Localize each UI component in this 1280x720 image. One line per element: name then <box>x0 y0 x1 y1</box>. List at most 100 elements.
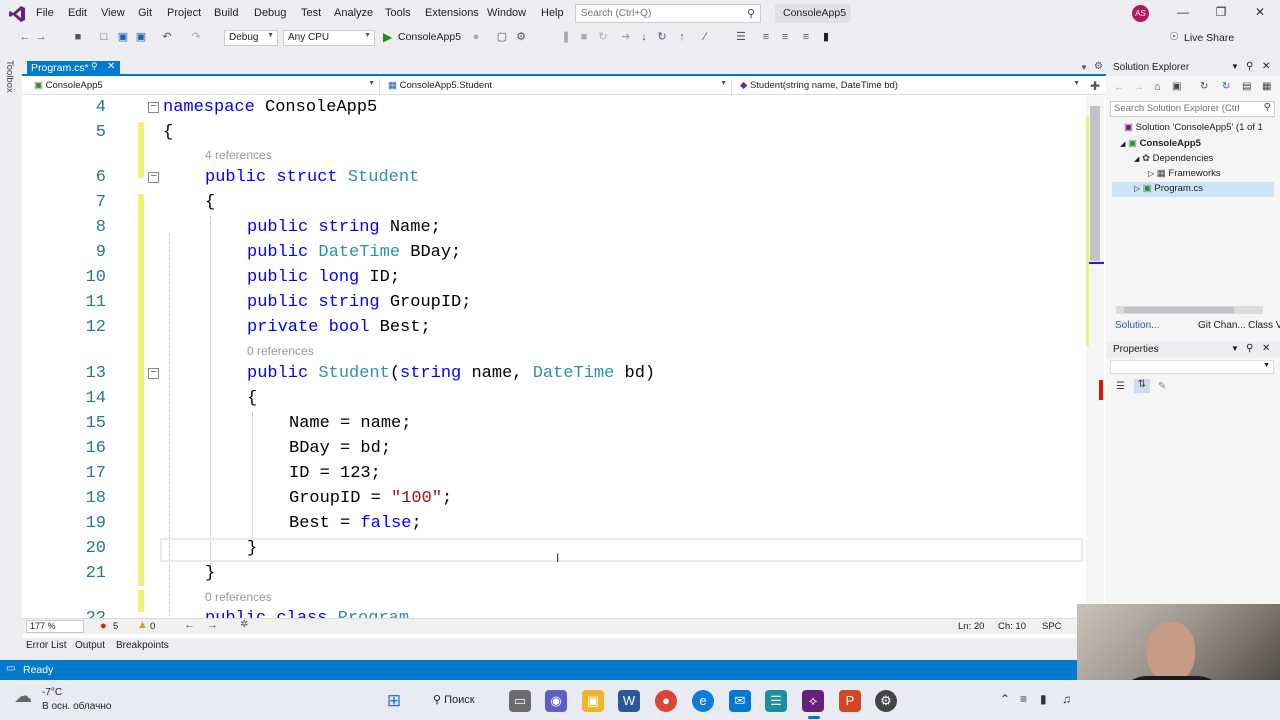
save-icon[interactable]: ▣ <box>117 31 129 43</box>
platform-dropdown[interactable]: Any CPU ▼ <box>283 30 375 46</box>
file-explorer-icon[interactable]: ▣ <box>582 690 604 712</box>
indent-icon[interactable]: ≡ <box>760 31 772 43</box>
tree-item-project[interactable]: ◢ ▣ ConsoleApp5 <box>1120 138 1201 149</box>
close-panel-icon[interactable]: ✕ <box>1262 343 1270 354</box>
tree-item-frameworks[interactable]: ▷ ▦ Frameworks <box>1148 168 1221 179</box>
back-icon[interactable]: ← <box>1114 82 1124 93</box>
menu-window[interactable]: Window <box>487 7 526 19</box>
toolbox-tab[interactable]: Toolbox <box>4 60 15 93</box>
step-into-icon[interactable]: ↓ <box>638 31 650 43</box>
switch-views-icon[interactable]: ▣ <box>1172 81 1181 92</box>
live-share-icon[interactable]: ☉ <box>1168 31 1180 43</box>
collapse-all-icon[interactable]: ▤ <box>1242 81 1251 92</box>
alphabetical-icon[interactable]: ⇅ <box>1134 379 1150 393</box>
menu-test[interactable]: Test <box>301 7 321 19</box>
split-window-icon[interactable]: ✚ <box>1090 79 1100 93</box>
tab-overflow-icon[interactable]: ▼ <box>1080 63 1088 72</box>
live-share-button[interactable]: Live Share <box>1184 32 1234 44</box>
menu-debug[interactable]: Debug <box>254 7 286 19</box>
code-cleanup-icon[interactable]: ✲ <box>240 619 248 630</box>
property-pages-icon[interactable]: ✎ <box>1158 381 1166 392</box>
minimize-icon[interactable]: — <box>1176 5 1190 19</box>
format-icon[interactable]: ≡ <box>800 31 812 43</box>
categorized-icon[interactable]: ☰ <box>1116 381 1125 392</box>
avatar[interactable]: AS <box>1132 5 1149 22</box>
warning-icon[interactable]: ▲ <box>137 619 148 631</box>
tab-breakpoints[interactable]: Breakpoints <box>116 640 169 651</box>
network-icon[interactable]: ≡ <box>1020 692 1027 706</box>
config-dropdown[interactable]: Debug ▼ <box>224 30 278 46</box>
pending-changes-icon[interactable]: ↻ <box>1200 81 1208 92</box>
outdent-icon[interactable]: ≡ <box>779 31 791 43</box>
refresh-icon[interactable]: ↻ <box>1222 81 1230 92</box>
menu-help[interactable]: Help <box>541 7 564 19</box>
mail-icon[interactable]: ✉ <box>729 690 751 712</box>
tab-output[interactable]: Output <box>75 640 105 651</box>
tree-item-program-cs[interactable]: ▷ ▣ Program.cs <box>1112 182 1274 197</box>
collapse-icon[interactable]: − <box>148 368 159 379</box>
show-next-icon[interactable]: ➜ <box>620 31 632 43</box>
menu-extensions[interactable]: Extensions <box>425 7 479 19</box>
weather-desc[interactable]: В осн. облачно <box>42 701 111 712</box>
close-tab-icon[interactable]: ✕ <box>107 61 115 72</box>
notepad-icon[interactable]: ☰ <box>765 690 787 712</box>
nav-project-dropdown[interactable]: ▣ ConsoleApp5 ▼ <box>28 79 380 94</box>
menu-analyze[interactable]: Analyze <box>334 7 373 19</box>
properties-object-dropdown[interactable]: ▼ <box>1110 360 1274 374</box>
powerpoint-icon[interactable]: P <box>839 690 861 712</box>
run-target-label[interactable]: ConsoleApp5 <box>398 31 461 43</box>
references-codelens[interactable]: 0 references <box>205 590 272 604</box>
scrollbar-thumb[interactable] <box>1124 307 1234 313</box>
menu-file[interactable]: File <box>36 7 54 19</box>
collapse-icon[interactable]: − <box>148 102 159 113</box>
comment-icon[interactable]: ∕ <box>699 31 711 43</box>
next-issue-icon[interactable]: → <box>207 619 218 631</box>
tab-solution-explorer[interactable]: Solution... <box>1115 320 1159 331</box>
menu-build[interactable]: Build <box>214 7 238 19</box>
restore-icon[interactable]: ❐ <box>1214 5 1228 19</box>
home-icon[interactable]: ⌂ <box>1154 81 1161 93</box>
tab-error-list[interactable]: Error List <box>26 640 67 651</box>
pin-icon[interactable]: ⚲ <box>1246 61 1253 72</box>
back-icon[interactable]: ← <box>19 31 31 43</box>
settings-gear-icon[interactable]: ⚙ <box>1094 61 1103 72</box>
pause-icon[interactable]: ❚ <box>560 31 572 43</box>
solution-horizontal-scrollbar[interactable] <box>1116 306 1263 314</box>
bookmark-icon[interactable]: ▮ <box>820 31 832 43</box>
close-panel-icon[interactable]: ✕ <box>1262 61 1270 72</box>
run-icon[interactable]: ▶ <box>383 30 392 44</box>
column-indicator[interactable]: Ch: 10 <box>998 621 1026 632</box>
tab-class-view[interactable]: Class View <box>1248 320 1280 331</box>
visual-studio-taskbar-icon[interactable]: ⟡ <box>802 690 824 712</box>
scrollbar-thumb[interactable] <box>1090 106 1100 261</box>
hot-reload-icon[interactable]: ⚙ <box>515 31 527 43</box>
taskbar-search[interactable]: ⚲ Поиск <box>433 693 475 706</box>
weather-icon[interactable]: ☁ <box>14 686 32 707</box>
tab-git-changes[interactable]: Git Chan... <box>1198 320 1246 331</box>
editor-vertical-scrollbar[interactable] <box>1086 96 1104 618</box>
teams-chat-icon[interactable]: ◉ <box>545 690 567 712</box>
tray-overflow-icon[interactable]: ⌃ <box>1000 692 1010 706</box>
chevron-down-icon[interactable]: ▼ <box>1231 344 1239 353</box>
menu-tools[interactable]: Tools <box>385 7 411 19</box>
references-codelens[interactable]: 0 references <box>247 344 314 358</box>
new-project-icon[interactable]: ■ <box>72 31 84 43</box>
line-indicator[interactable]: Ln: 20 <box>958 621 984 632</box>
tab-program-cs[interactable]: Program.cs* ⚲ ✕ <box>27 61 120 76</box>
stop-icon[interactable]: ■ <box>578 31 590 43</box>
tree-item-dependencies[interactable]: ◢ ✿ Dependencies <box>1134 153 1213 164</box>
bookmark-prev-icon[interactable]: ☰ <box>735 31 747 43</box>
menu-project[interactable]: Project <box>167 7 201 19</box>
edge-icon[interactable]: e <box>692 690 714 712</box>
search-input[interactable]: Search (Ctrl+Q) ⚲ <box>575 4 761 23</box>
spacing-indicator[interactable]: SPC <box>1042 621 1062 632</box>
browser-icon[interactable]: ▢ <box>496 31 508 43</box>
word-icon[interactable]: W <box>618 690 640 712</box>
menu-view[interactable]: View <box>101 7 125 19</box>
error-icon[interactable]: ● <box>100 620 107 632</box>
menu-edit[interactable]: Edit <box>68 7 87 19</box>
visual-studio-logo-icon[interactable] <box>8 5 26 23</box>
undo-icon[interactable]: ↶ <box>161 31 173 43</box>
open-icon[interactable]: □ <box>98 31 110 43</box>
github-desktop-icon[interactable]: ⚙ <box>875 690 897 712</box>
